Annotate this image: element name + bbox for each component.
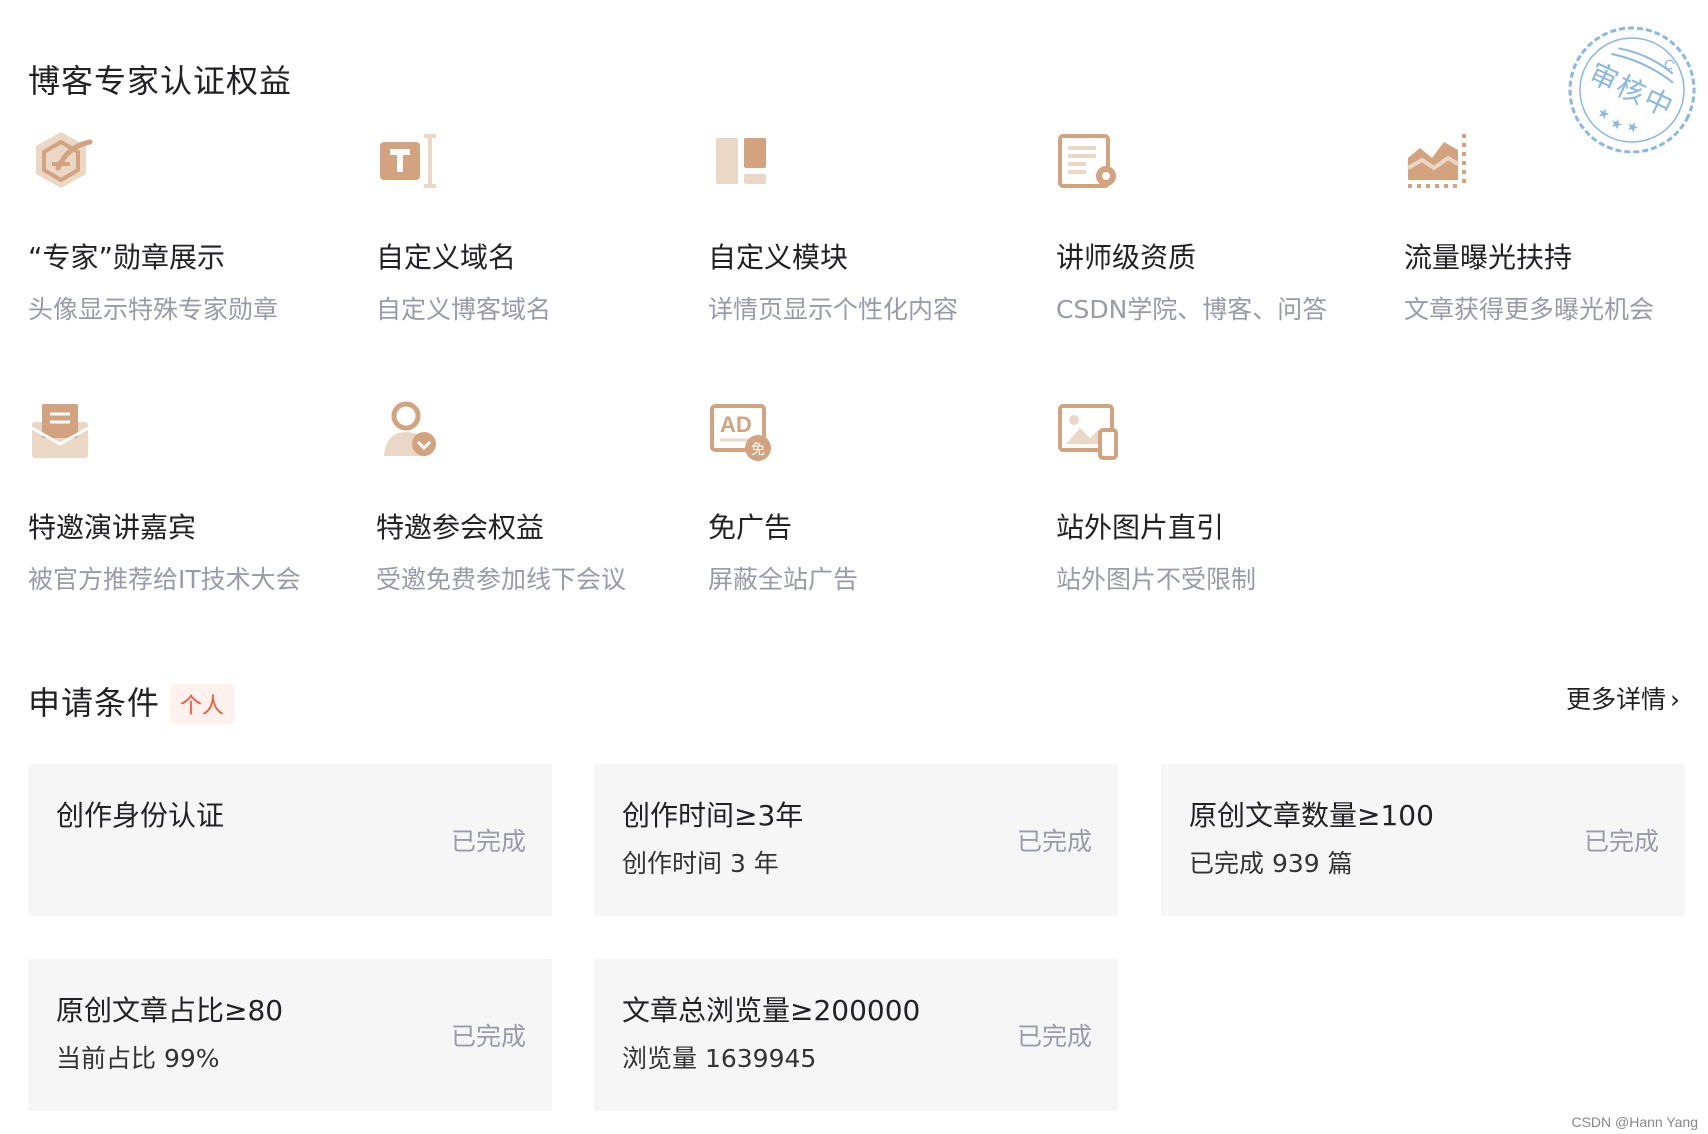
condition-title: 原创文章占比≥80 bbox=[56, 994, 284, 1027]
external-image-icon bbox=[1058, 404, 1118, 460]
benefit-expert-badge: “专家”勋章展示 头像显示特殊专家勋章 bbox=[28, 128, 328, 324]
benefits-section-title: 博客专家认证权益 bbox=[28, 62, 293, 100]
certificate-gear-icon bbox=[1058, 134, 1116, 188]
benefit-title: 免广告 bbox=[708, 511, 793, 544]
condition-card: 原创文章数量≥100 已完成 939 篇 已完成 bbox=[1161, 764, 1685, 916]
svg-text:★: ★ bbox=[1594, 104, 1612, 124]
benefit-title: 站外图片直引 bbox=[1056, 511, 1225, 544]
ad-free-icon: AD 免 bbox=[710, 404, 771, 461]
benefit-custom-domain: 自定义域名 自定义博客域名 bbox=[376, 128, 676, 324]
stamp-mark: C bbox=[1661, 55, 1677, 74]
svg-text:AD: AD bbox=[720, 412, 752, 437]
condition-card: 原创文章占比≥80 当前占比 99% 已完成 bbox=[28, 959, 552, 1111]
condition-status: 已完成 bbox=[1016, 1022, 1092, 1051]
benefit-desc: CSDN学院、博客、问答 bbox=[1056, 295, 1328, 324]
more-details-link[interactable]: 更多详情 › bbox=[1566, 680, 1680, 716]
text-domain-icon bbox=[380, 134, 436, 188]
benefit-desc: 受邀免费参加线下会议 bbox=[376, 565, 627, 594]
benefit-invited-speaker: 特邀演讲嘉宾 被官方推荐给IT技术大会 bbox=[28, 398, 328, 594]
benefit-title: 特邀参会权益 bbox=[376, 511, 545, 544]
benefit-title: 自定义域名 bbox=[376, 241, 517, 274]
benefit-desc: 文章获得更多曝光机会 bbox=[1404, 295, 1655, 324]
condition-title: 创作时间≥3年 bbox=[622, 799, 804, 832]
condition-card: 创作身份认证 已完成 bbox=[28, 764, 552, 916]
condition-title: 原创文章数量≥100 bbox=[1189, 799, 1434, 832]
benefit-desc: 屏蔽全站广告 bbox=[708, 565, 859, 594]
condition-detail: 当前占比 99% bbox=[56, 1044, 220, 1073]
layout-module-icon bbox=[716, 138, 766, 184]
personal-tag: 个人 bbox=[170, 684, 235, 724]
condition-status: 已完成 bbox=[1016, 827, 1092, 856]
benefit-desc: 被官方推荐给IT技术大会 bbox=[28, 565, 301, 594]
benefit-custom-module: 自定义模块 详情页显示个性化内容 bbox=[708, 128, 1008, 324]
benefit-traffic: 流量曝光扶持 文章获得更多曝光机会 bbox=[1404, 128, 1704, 324]
benefit-desc: 站外图片不受限制 bbox=[1056, 565, 1257, 594]
benefit-invited-attendee: 特邀参会权益 受邀免费参加线下会议 bbox=[376, 398, 676, 594]
watermark: CSDN @Hann Yang bbox=[1571, 1114, 1698, 1130]
benefit-title: 讲师级资质 bbox=[1056, 241, 1197, 274]
conditions-section-title: 申请条件 bbox=[28, 684, 161, 722]
badge-icon bbox=[36, 132, 93, 188]
traffic-chart-icon bbox=[1407, 134, 1466, 188]
condition-detail: 创作时间 3 年 bbox=[622, 849, 779, 878]
location-person-icon bbox=[384, 401, 436, 456]
benefit-desc: 头像显示特殊专家勋章 bbox=[28, 295, 279, 324]
benefit-desc: 自定义博客域名 bbox=[376, 295, 552, 324]
svg-text:免: 免 bbox=[751, 442, 765, 458]
condition-status: 已完成 bbox=[450, 1022, 526, 1051]
invitation-envelope-icon bbox=[31, 404, 89, 458]
condition-card: 创作时间≥3年 创作时间 3 年 已完成 bbox=[594, 764, 1118, 916]
condition-status: 已完成 bbox=[450, 827, 526, 856]
condition-title: 文章总浏览量≥200000 bbox=[622, 994, 921, 1027]
condition-detail: 已完成 939 篇 bbox=[1189, 849, 1353, 878]
benefit-desc: 详情页显示个性化内容 bbox=[708, 295, 959, 324]
benefit-lecturer: 讲师级资质 CSDN学院、博客、问答 bbox=[1056, 128, 1356, 324]
chevron-right-icon: › bbox=[1670, 685, 1681, 714]
condition-detail: 浏览量 1639945 bbox=[622, 1044, 817, 1073]
condition-status: 已完成 bbox=[1583, 827, 1659, 856]
more-details-label: 更多详情 bbox=[1566, 685, 1667, 714]
benefit-external-images: 站外图片直引 站外图片不受限制 bbox=[1056, 398, 1356, 594]
benefit-title: 流量曝光扶持 bbox=[1404, 241, 1573, 274]
benefit-title: 特邀演讲嘉宾 bbox=[28, 511, 197, 544]
benefit-title: “专家”勋章展示 bbox=[28, 241, 226, 274]
benefit-ad-free: AD 免 免广告 屏蔽全站广告 bbox=[708, 398, 1008, 594]
condition-card: 文章总浏览量≥200000 浏览量 1639945 已完成 bbox=[594, 959, 1118, 1111]
condition-title: 创作身份认证 bbox=[56, 799, 225, 832]
benefit-title: 自定义模块 bbox=[708, 241, 849, 274]
